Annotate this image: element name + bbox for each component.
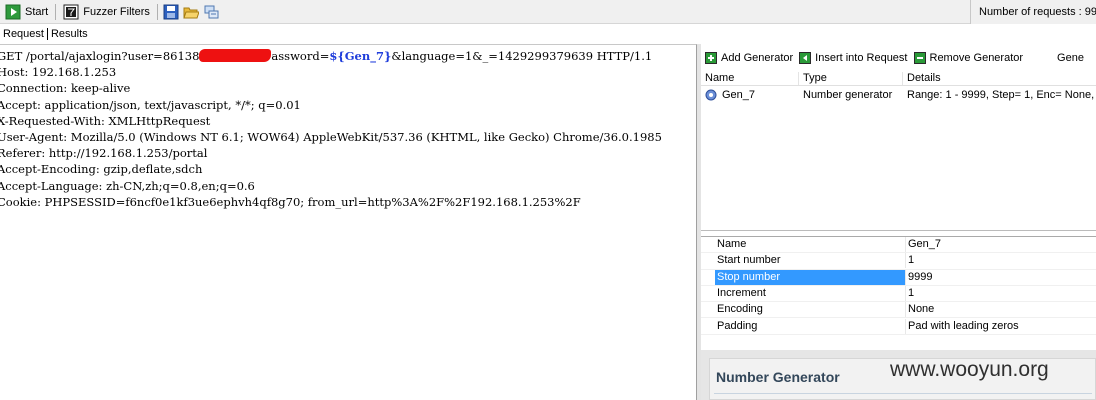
- save-icon: [163, 4, 179, 20]
- export-icon: [203, 4, 219, 20]
- toolbar-divider: [156, 3, 158, 20]
- property-value[interactable]: 1: [905, 253, 1085, 269]
- column-header-type[interactable]: Type: [799, 72, 903, 85]
- property-row[interactable]: Name Gen_7: [701, 237, 1096, 254]
- request-count: Number of requests : 9999: [970, 0, 1096, 24]
- help-title: Number Generator: [716, 369, 840, 385]
- property-value[interactable]: None: [905, 302, 1085, 318]
- property-value[interactable]: Gen_7: [905, 237, 1085, 253]
- column-header-details[interactable]: Details: [903, 72, 1096, 85]
- insert-icon: [799, 52, 812, 64]
- insert-into-request-label: Insert into Request: [815, 52, 908, 64]
- filter-icon: [63, 4, 79, 20]
- toolbar-divider: [55, 3, 57, 20]
- fuzzer-filters-label: Fuzzer Filters: [83, 5, 150, 18]
- generator-name-cell: Gen_7: [701, 89, 799, 101]
- add-generator-label: Add Generator: [721, 52, 794, 64]
- generator-icon: [705, 89, 717, 101]
- request-line: GET /portal/ajaxlogin?user=86138 assword=…: [0, 45, 696, 63]
- remove-generator-label: Remove Generator: [929, 52, 1024, 64]
- property-value[interactable]: 1: [905, 286, 1085, 302]
- add-generator-button[interactable]: Add Generator: [705, 52, 793, 64]
- tab-bar: Request Results: [0, 26, 91, 42]
- property-name: Start number: [717, 254, 781, 267]
- property-value[interactable]: 9999: [905, 269, 1085, 285]
- generator-details: Range: 1 - 9999, Step= 1, Enc= None, P: [907, 89, 1096, 101]
- play-icon: [5, 4, 21, 20]
- property-row-selected[interactable]: Stop number 9999: [701, 269, 1096, 286]
- tab-results[interactable]: Results: [48, 28, 91, 40]
- watermark: www.wooyun.org: [890, 358, 1049, 381]
- remove-generator-button[interactable]: Remove Generator: [913, 52, 1024, 64]
- header-line-requested-with: X-Requested-With: XMLHttpRequest: [0, 113, 211, 128]
- start-button[interactable]: Start: [1, 2, 52, 22]
- header-line-accept-encoding: Accept-Encoding: gzip,deflate,sdch: [0, 162, 203, 177]
- generator-toolbar: Add Generator Insert into Request Remove…: [701, 44, 1096, 72]
- property-name: Stop number: [715, 269, 905, 285]
- main-toolbar: Start Fuzzer Filters: [0, 0, 1096, 24]
- generator-type: Number generator: [803, 89, 893, 101]
- property-name: Increment: [717, 287, 766, 300]
- insert-into-request-button[interactable]: Insert into Request: [799, 52, 908, 64]
- fuzzer-filters-button[interactable]: Fuzzer Filters: [59, 2, 154, 22]
- generator-extra-label: Gene: [1057, 52, 1084, 64]
- tab-request[interactable]: Request: [0, 28, 47, 40]
- redaction-mark: [199, 49, 272, 62]
- generator-token: ${Gen_7}: [329, 49, 392, 63]
- request-line-end: &language=1&_=1429299379639 HTTP/1.1: [391, 49, 653, 63]
- export-button[interactable]: [201, 2, 221, 22]
- property-row[interactable]: Encoding None: [701, 302, 1096, 319]
- help-divider: [714, 393, 1092, 394]
- property-row[interactable]: Padding Pad with leading zeros: [701, 318, 1096, 335]
- header-line-user-agent: User-Agent: Mozilla/5.0 (Windows NT 6.1;…: [0, 129, 662, 144]
- start-label: Start: [25, 5, 49, 18]
- generator-table-header: Name Type Details: [701, 72, 1096, 86]
- property-row[interactable]: Start number 1: [701, 253, 1096, 270]
- save-button[interactable]: [161, 2, 181, 22]
- header-line-connection: Connection: keep-alive: [0, 81, 131, 96]
- property-name: Name: [717, 238, 747, 251]
- generator-properties: Name Gen_7 Start number 1 Stop number 99…: [701, 236, 1096, 348]
- property-row[interactable]: Increment 1: [701, 286, 1096, 303]
- remove-icon: [913, 52, 926, 64]
- property-name: Encoding: [717, 303, 763, 316]
- property-name: Padding: [717, 319, 758, 332]
- property-value[interactable]: Pad with leading zeros: [905, 318, 1085, 334]
- open-button[interactable]: [181, 2, 201, 22]
- add-icon: [705, 52, 717, 64]
- request-editor[interactable]: GET /portal/ajaxlogin?user=86138 assword=…: [0, 44, 697, 400]
- request-line-mid: assword=: [271, 49, 330, 63]
- request-line-start: GET /portal/ajaxlogin?user=86138: [0, 49, 200, 63]
- open-folder-icon: [183, 4, 200, 20]
- generator-panel: Add Generator Insert into Request Remove…: [701, 44, 1096, 231]
- generator-row[interactable]: Gen_7 Number generator Range: 1 - 9999, …: [701, 86, 1096, 104]
- header-line-cookie: Cookie: PHPSESSID=f6ncf0e1kf3ue6ephvh4qf…: [0, 194, 581, 209]
- generator-name: Gen_7: [722, 89, 756, 101]
- column-header-name[interactable]: Name: [701, 72, 799, 85]
